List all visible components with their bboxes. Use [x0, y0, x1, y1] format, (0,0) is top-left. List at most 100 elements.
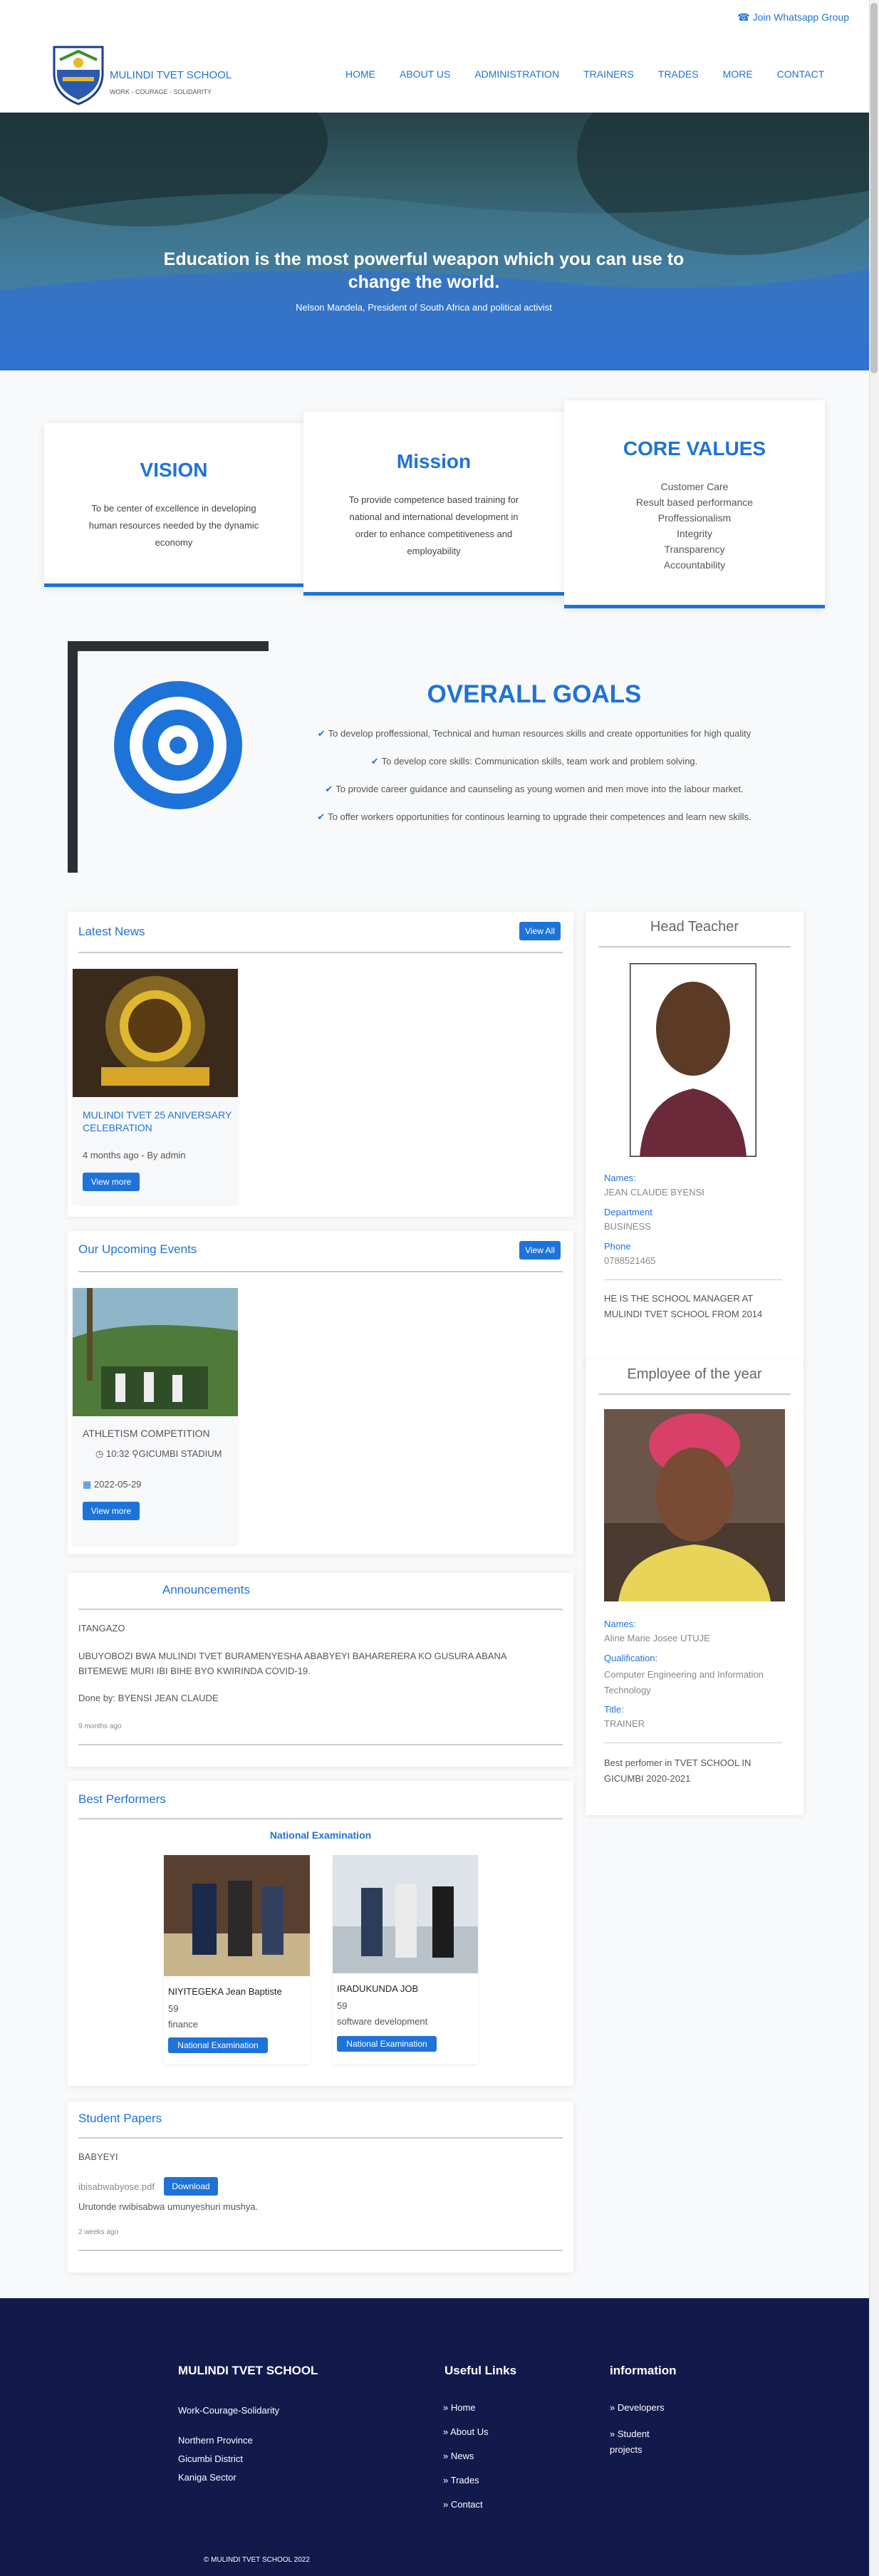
check-icon: ✔ — [325, 784, 333, 794]
employee-role: TRAINER — [604, 1718, 645, 1729]
chevron-right-icon: » — [443, 2475, 451, 2486]
footer-info-title: information — [610, 2364, 677, 2377]
whatsapp-link[interactable]: ☎ Join Whatsapp Group — [737, 11, 849, 24]
hero-banner: Education is the most powerful weapon wh… — [0, 113, 869, 370]
performer-name: NIYITEGEKA Jean Baptiste — [168, 1986, 282, 1997]
events-panel: Our Upcoming Events View All ATHLETISM C… — [68, 1231, 573, 1554]
school-logo[interactable] — [50, 41, 107, 105]
footer-link-home[interactable]: » Home — [443, 2402, 476, 2413]
footer-link-about[interactable]: » About Us — [443, 2426, 489, 2437]
announcement-heading: ITANGAZO — [78, 1623, 125, 1634]
chevron-right-icon: » — [443, 2402, 451, 2413]
announcement-signature: Done by: BYENSI JEAN CLAUDE — [78, 1693, 219, 1703]
head-teacher-phone: 0788521465 — [604, 1255, 656, 1266]
paper-time: 2 weeks ago — [78, 2228, 119, 2236]
nav-administration[interactable]: ADMINISTRATION — [462, 68, 571, 80]
check-icon: ✔ — [317, 728, 326, 739]
head-teacher-phone-label: Phone — [604, 1241, 631, 1252]
calendar-icon: ▦ — [83, 1479, 94, 1490]
news-card: MULINDI TVET 25 ANIVERSARY CELEBRATION 4… — [73, 969, 238, 1204]
core-values-card: CORE VALUES Customer Care Result based p… — [564, 400, 825, 608]
announcement-body: UBUYOBOZI BWA MULINDI TVET BURAMENYESHA … — [78, 1651, 506, 1676]
divider — [598, 946, 791, 947]
goal-item: ✔ To offer workers opportunities for cont… — [317, 811, 751, 822]
performer-photo — [333, 1855, 478, 1973]
news-item-title[interactable]: MULINDI TVET 25 ANIVERSARY CELEBRATION — [83, 1108, 232, 1134]
employee-title: Employee of the year — [627, 1366, 762, 1382]
chevron-right-icon: » — [443, 2499, 451, 2510]
footer-link-developers[interactable]: » Developers — [610, 2402, 665, 2413]
paper-download-button[interactable]: Download — [164, 2177, 218, 2196]
news-item-meta: 4 months ago - By admin — [83, 1150, 186, 1160]
news-title: Latest News — [78, 925, 145, 938]
core-value: Integrity — [677, 528, 712, 539]
core-value: Proffessionalism — [657, 512, 732, 524]
chevron-right-icon: » — [610, 2429, 618, 2439]
goal-item: ✔ To provide career guidance and caunseli… — [325, 784, 744, 794]
employee-note: Best perfomer in TVET SCHOOL IN GICUMBI … — [604, 1757, 751, 1784]
scrollbar-thumb[interactable] — [870, 3, 878, 373]
hero-author: Nelson Mandela, President of South Afric… — [296, 302, 552, 313]
school-motto: WORK - COURAGE - SOLIDARITY — [110, 88, 212, 95]
performer-card: IRADUKUNDA JOB 59 software development N… — [333, 1855, 478, 2065]
athletics-image[interactable] — [73, 1288, 238, 1416]
news-view-more-button[interactable]: View more — [83, 1173, 140, 1191]
core-values-list: Customer Care Result based performance P… — [564, 479, 825, 573]
footer-link-student-projects[interactable]: » Student projects — [610, 2426, 674, 2458]
core-value: Transparency — [664, 544, 725, 555]
core-value: Customer Care — [660, 481, 729, 492]
school-name[interactable]: MULINDI TVET SCHOOL — [110, 69, 232, 81]
divider — [78, 2250, 563, 2251]
nav-home[interactable]: HOME — [333, 68, 388, 80]
performers-subtitle: National Examination — [269, 1829, 372, 1841]
event-item-title[interactable]: ATHLETISM COMPETITION — [83, 1428, 210, 1439]
announcements-title: Announcements — [162, 1583, 250, 1596]
whatsapp-label: Join Whatsapp Group — [752, 11, 849, 23]
chevron-right-icon: » — [610, 2402, 618, 2413]
check-icon: ✔ — [370, 756, 379, 767]
employee-names-label: Names: — [604, 1619, 636, 1629]
head-teacher-names-label: Names: — [604, 1173, 636, 1183]
divider — [598, 1393, 791, 1395]
divider — [78, 1271, 563, 1272]
employee-names: Aline Marie Josee UTUJE — [604, 1633, 710, 1643]
check-icon: ✔ — [317, 811, 326, 822]
nav-trainers[interactable]: TRAINERS — [571, 68, 646, 80]
nav-more[interactable]: MORE — [711, 68, 765, 80]
divider — [604, 1279, 782, 1280]
news-view-all-button[interactable]: View All — [519, 922, 561, 940]
footer-link-trades[interactable]: » Trades — [443, 2475, 479, 2486]
divider — [78, 2137, 563, 2139]
footer-link-contact[interactable]: » Contact — [443, 2499, 483, 2510]
nav-trades[interactable]: TRADES — [646, 68, 711, 80]
chevron-right-icon: » — [443, 2451, 451, 2461]
core-value: Result based performance — [635, 497, 754, 508]
event-date: ▦ 2022-05-29 — [83, 1479, 142, 1490]
event-view-more-button[interactable]: View more — [83, 1502, 140, 1520]
mission-card: Mission To provide competence based trai… — [303, 412, 564, 596]
footer-link-news[interactable]: » News — [443, 2451, 474, 2461]
divider — [78, 1609, 563, 1610]
head-teacher-title: Head Teacher — [650, 919, 739, 935]
vision-title: VISION — [140, 459, 208, 481]
announcement-time: 9 months ago — [78, 1723, 122, 1730]
head-teacher-names: JEAN CLAUDE BYENSI — [604, 1187, 704, 1198]
target-icon — [68, 641, 269, 873]
anniversary-image[interactable] — [73, 969, 238, 1097]
performer-badge: National Examination — [337, 2036, 437, 2052]
nav-contact[interactable]: CONTACT — [765, 68, 837, 80]
paper-file-name: ibisabwabyose.pdf — [78, 2181, 155, 2192]
performer-badge: National Examination — [168, 2037, 268, 2053]
hero-landscape-image — [0, 113, 869, 370]
nav-about[interactable]: ABOUT US — [388, 68, 462, 80]
head-teacher-photo — [630, 963, 756, 1157]
employee-qual: Computer Engineering and Information Tec… — [604, 1669, 764, 1695]
performer-card: NIYITEGEKA Jean Baptiste 59 finance Nati… — [164, 1855, 310, 2065]
head-teacher-panel: Head Teacher Names: JEAN CLAUDE BYENSI D… — [586, 912, 803, 1368]
performer-score: 59 — [337, 2000, 348, 2011]
chevron-right-icon: » — [443, 2426, 451, 2437]
performer-trade: finance — [168, 2019, 198, 2030]
events-view-all-button[interactable]: View All — [519, 1241, 561, 1260]
page-scrollbar[interactable] — [869, 0, 879, 2576]
mission-text: To provide competence based training for… — [348, 494, 519, 556]
